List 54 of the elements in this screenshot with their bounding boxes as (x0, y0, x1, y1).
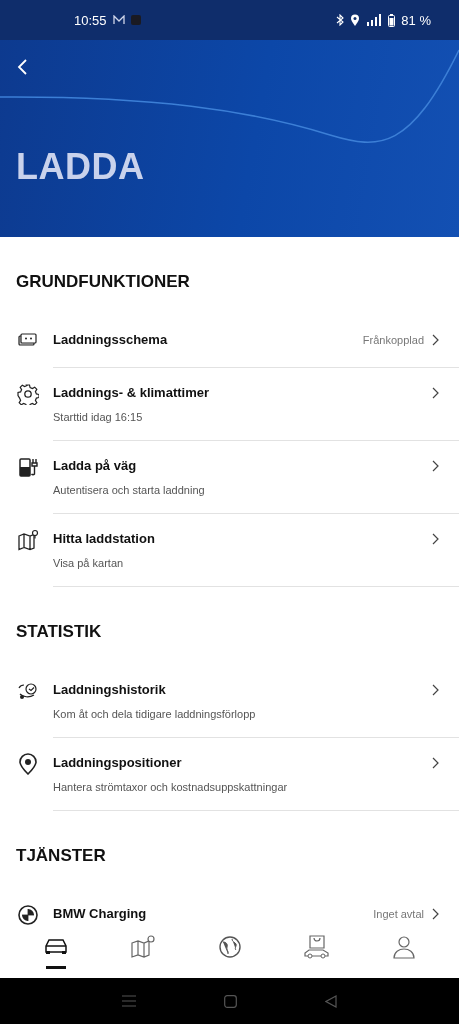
row-status: Frånkopplad (362, 334, 424, 346)
row-title: Laddnings- & klimattimer (53, 384, 211, 402)
row-subtitle: Hantera strömtaxor och kostnadsuppskattningar (53, 780, 289, 795)
bluetooth-icon (336, 14, 345, 26)
chevron-icon (432, 460, 439, 472)
location-icon (350, 14, 361, 26)
home-button[interactable] (224, 994, 237, 1008)
row-subtitle: Autentisera och starta laddning (53, 483, 206, 498)
menu-row[interactable]: Laddnings- & klimattimer Starttid idag 16:15 (0, 368, 459, 441)
chevron-icon (432, 757, 439, 769)
section-heading: GRUNDFUNKTIONER (15, 271, 191, 293)
section-heading: STATISTIK (15, 621, 103, 643)
shopping-bag-car-icon (303, 934, 330, 960)
row-subtitle: Visa på kartan (53, 556, 125, 571)
map-pin-icon (17, 529, 39, 551)
globe-icon (216, 934, 243, 960)
back-nav-button[interactable] (325, 994, 337, 1008)
clock-time: 10:55 (74, 12, 107, 28)
chevron-icon (432, 533, 439, 545)
location-pin-icon (17, 753, 39, 775)
page-title: LADDA (16, 146, 145, 188)
row-title: Laddningspositioner (53, 754, 183, 772)
signal-icon (366, 14, 383, 26)
settings-icon (17, 383, 39, 405)
active-indicator (45, 966, 66, 969)
fuel-pump-icon (17, 456, 39, 478)
row-title: Ladda på väg (53, 457, 138, 475)
menu-row[interactable]: Laddningsschema Frånkopplad (0, 315, 459, 368)
row-title: Laddningsschema (53, 331, 169, 349)
battery-percentage: 81 % (401, 12, 431, 28)
chevron-icon (432, 908, 439, 920)
back-button[interactable] (16, 58, 30, 76)
recent-apps-button[interactable] (122, 995, 136, 1007)
section-heading: TJÄNSTER (15, 845, 107, 867)
row-subtitle: Kom åt och dela tidigare laddningsförlopp (53, 707, 257, 722)
row-status: Inget avtal (373, 908, 424, 920)
menu-row[interactable]: Laddningshistorik Kom åt och dela tidigare laddningsförlopp (0, 665, 459, 738)
map-pin-icon (129, 934, 156, 960)
notification-icon (130, 15, 141, 25)
row-title: Laddningshistorik (53, 681, 167, 699)
row-subtitle: Starttid idag 16:15 (53, 410, 144, 425)
menu-row[interactable]: Laddningspositioner Hantera strömtaxor och kostnadsuppskattningar (0, 738, 459, 811)
row-title: Hitta laddstation (53, 530, 156, 548)
quartered-circle-icon (17, 904, 39, 925)
row-title: BMW Charging (53, 905, 148, 923)
chevron-icon (432, 684, 439, 696)
battery-icon (388, 13, 396, 27)
mail-icon (112, 15, 125, 25)
chevron-icon (432, 387, 439, 399)
history-icon (17, 680, 39, 702)
menu-row[interactable]: Hitta laddstation Visa på kartan (0, 514, 459, 587)
person-icon (390, 934, 417, 960)
menu-row[interactable]: Ladda på väg Autentisera och starta laddning (0, 441, 459, 514)
chevron-icon (432, 334, 439, 346)
